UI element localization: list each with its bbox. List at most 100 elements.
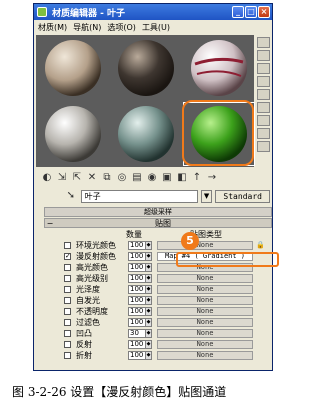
- title-bar[interactable]: 材质编辑器 - 叶子 _ □ ×: [34, 4, 272, 20]
- map-slot-button[interactable]: None: [157, 318, 253, 327]
- maximize-button[interactable]: □: [245, 6, 257, 18]
- make-preview-icon[interactable]: [257, 102, 270, 113]
- sample-slot-1[interactable]: [37, 36, 109, 100]
- amount-column-label: 数量: [126, 229, 142, 239]
- put-to-scene-icon[interactable]: ⇲: [55, 171, 69, 185]
- map-amount-field[interactable]: 100: [128, 263, 146, 272]
- map-slot-button[interactable]: None: [157, 351, 253, 360]
- map-amount-field[interactable]: 100: [128, 241, 146, 250]
- amount-spinner[interactable]: ◆: [146, 307, 152, 316]
- map-enable-checkbox[interactable]: [64, 308, 71, 315]
- background-icon[interactable]: [257, 63, 270, 74]
- map-amount-field[interactable]: 100: [128, 252, 146, 261]
- put-to-library-icon[interactable]: ▤: [130, 171, 144, 185]
- map-amount-field[interactable]: 100: [128, 351, 146, 360]
- app-icon: [37, 7, 47, 17]
- map-enable-checkbox[interactable]: [64, 319, 71, 326]
- amount-spinner[interactable]: ◆: [146, 274, 152, 283]
- amount-spinner[interactable]: ◆: [146, 351, 152, 360]
- amount-spinner[interactable]: ◆: [146, 241, 152, 250]
- material-sphere: [45, 105, 101, 162]
- show-end-result-icon[interactable]: ◧: [175, 171, 189, 185]
- menu-material[interactable]: 材质(M): [38, 22, 67, 33]
- copy-material-icon[interactable]: ⧉: [100, 171, 114, 185]
- backlight-icon[interactable]: [257, 50, 270, 61]
- map-channel-label: 光泽度: [76, 285, 100, 294]
- pick-material-icon[interactable]: ➘: [64, 189, 78, 203]
- map-slot-button[interactable]: None: [157, 296, 253, 305]
- amount-spinner[interactable]: ◆: [146, 296, 152, 305]
- uv-tiling-icon[interactable]: [257, 76, 270, 87]
- map-amount-field[interactable]: 30: [128, 329, 146, 338]
- map-slot-button[interactable]: None: [157, 307, 253, 316]
- lock-icon[interactable]: 🔒: [256, 241, 265, 250]
- material-name-field[interactable]: 叶子: [80, 189, 198, 203]
- go-to-parent-icon[interactable]: ↑: [190, 171, 204, 185]
- amount-spinner[interactable]: ◆: [146, 340, 152, 349]
- map-row: 过滤色 100 ◆ None: [44, 317, 272, 328]
- menu-tools[interactable]: 工具(U): [142, 22, 170, 33]
- assign-to-selection-icon[interactable]: ⇱: [70, 171, 84, 185]
- map-enable-checkbox[interactable]: [64, 242, 71, 249]
- map-enable-checkbox[interactable]: [64, 275, 71, 282]
- sample-slot-5[interactable]: [110, 102, 182, 166]
- amount-spinner[interactable]: ◆: [146, 329, 152, 338]
- map-slot-button[interactable]: None: [157, 241, 253, 250]
- sample-type-icon[interactable]: [257, 37, 270, 48]
- menu-navigation[interactable]: 导航(N): [73, 22, 101, 33]
- map-channel-label: 自发光: [76, 296, 100, 305]
- video-color-check-icon[interactable]: [257, 89, 270, 100]
- map-enable-checkbox[interactable]: [64, 352, 71, 359]
- material-type-button[interactable]: Standard: [215, 189, 270, 203]
- map-row: 环境光颜色 100 ◆ None 🔒: [44, 240, 272, 251]
- maps-rollout-header[interactable]: − 贴图: [44, 218, 272, 228]
- amount-spinner[interactable]: ◆: [146, 318, 152, 327]
- sample-slot-3[interactable]: [183, 36, 255, 100]
- minimize-button[interactable]: _: [232, 6, 244, 18]
- amount-spinner[interactable]: ◆: [146, 285, 152, 294]
- map-slot-button[interactable]: None: [157, 274, 253, 283]
- map-slot-button[interactable]: None: [157, 285, 253, 294]
- amount-spinner[interactable]: ◆: [146, 263, 152, 272]
- reset-map-icon[interactable]: ✕: [85, 171, 99, 185]
- amount-spinner[interactable]: ◆: [146, 252, 152, 261]
- map-row: 高光级别 100 ◆ None: [44, 273, 272, 284]
- sample-slot-4[interactable]: [37, 102, 109, 166]
- go-forward-icon[interactable]: →: [205, 171, 219, 185]
- menu-options[interactable]: 选项(O): [107, 22, 136, 33]
- material-navigator-icon[interactable]: [257, 141, 270, 152]
- map-amount-field[interactable]: 100: [128, 307, 146, 316]
- highlight-ring: [182, 100, 254, 166]
- material-sphere: [191, 40, 247, 96]
- make-unique-icon[interactable]: ◎: [115, 171, 129, 185]
- map-channel-label: 折射: [76, 351, 92, 360]
- map-enable-checkbox[interactable]: [64, 264, 71, 271]
- chevron-down-icon[interactable]: ▼: [200, 189, 213, 203]
- supersampling-rollout[interactable]: 超级采样: [44, 207, 272, 217]
- map-slot-button[interactable]: None: [157, 340, 253, 349]
- map-amount-field[interactable]: 100: [128, 340, 146, 349]
- map-enable-checkbox[interactable]: [64, 297, 71, 304]
- map-amount-field[interactable]: 100: [128, 274, 146, 283]
- material-editor-window: 材质编辑器 - 叶子 _ □ × 材质(M) 导航(N) 选项(O) 工具(U)…: [33, 3, 279, 371]
- show-map-icon[interactable]: ▣: [160, 171, 174, 185]
- material-sphere: [118, 105, 174, 162]
- map-enable-checkbox[interactable]: [64, 330, 71, 337]
- map-enable-checkbox[interactable]: ✓: [64, 253, 71, 260]
- map-enable-checkbox[interactable]: [64, 286, 71, 293]
- map-amount-field[interactable]: 100: [128, 296, 146, 305]
- sample-slot-2[interactable]: [110, 36, 182, 100]
- map-amount-field[interactable]: 100: [128, 285, 146, 294]
- select-by-material-icon[interactable]: [257, 128, 270, 139]
- material-id-icon[interactable]: ◉: [145, 171, 159, 185]
- options-icon[interactable]: [257, 115, 270, 126]
- map-row: 光泽度 100 ◆ None: [44, 284, 272, 295]
- get-material-icon[interactable]: ◐: [40, 171, 54, 185]
- map-amount-field[interactable]: 100: [128, 318, 146, 327]
- map-enable-checkbox[interactable]: [64, 341, 71, 348]
- maps-title: 贴图: [155, 218, 171, 228]
- close-button[interactable]: ×: [258, 6, 270, 18]
- menu-bar: 材质(M) 导航(N) 选项(O) 工具(U): [34, 20, 272, 34]
- map-slot-button[interactable]: None: [157, 329, 253, 338]
- window-title: 材质编辑器 - 叶子: [52, 8, 126, 19]
